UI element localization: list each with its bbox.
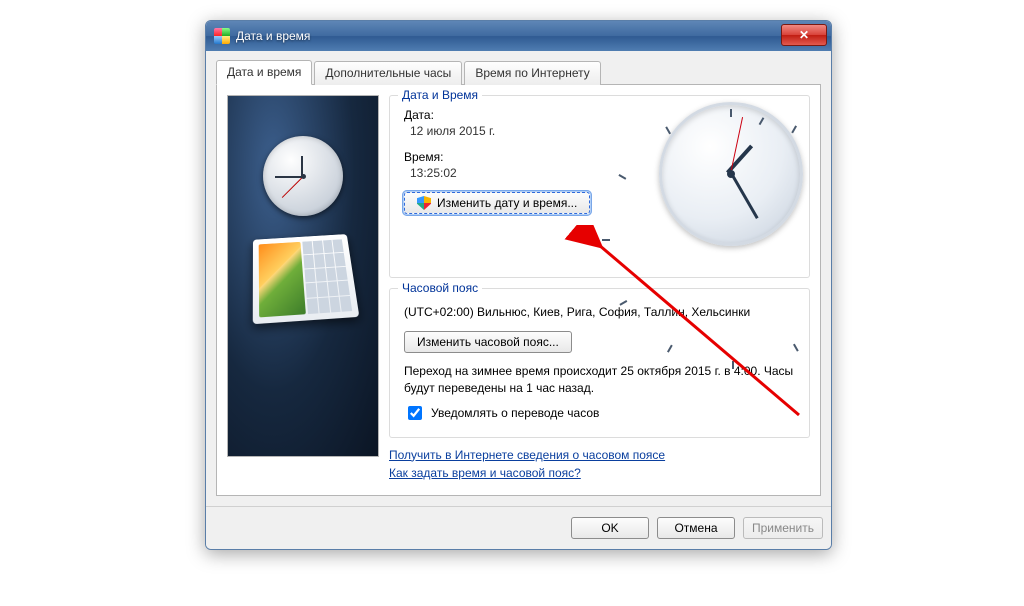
window-title: Дата и время [236,29,310,43]
date-value: 12 июля 2015 г. [404,124,624,138]
change-date-time-button[interactable]: Изменить дату и время... [404,192,590,214]
preview-calendar-icon [253,234,360,324]
notify-dst-label: Уведомлять о переводе часов [431,406,599,420]
change-timezone-label: Изменить часовой пояс... [417,335,559,349]
close-icon: ✕ [799,28,809,42]
link-timezone-info[interactable]: Получить в Интернете сведения о часовом … [389,448,810,462]
time-label: Время: [404,150,624,164]
group-date-time: Дата и Время [389,95,810,278]
timezone-value: (UTC+02:00) Вильнюс, Киев, Рига, София, … [404,305,795,319]
close-button[interactable]: ✕ [781,24,827,46]
dialog-content: Дата и время Дополнительные часы Время п… [206,51,831,506]
change-timezone-button[interactable]: Изменить часовой пояс... [404,331,572,353]
analog-clock [659,102,797,240]
change-date-time-label: Изменить дату и время... [437,196,577,210]
ok-button[interactable]: OK [571,517,649,539]
notify-dst-checkbox[interactable] [408,406,422,420]
tab-bar: Дата и время Дополнительные часы Время п… [216,59,821,85]
help-links: Получить в Интернете сведения о часовом … [389,448,810,480]
tab-internet-time[interactable]: Время по Интернету [464,61,600,85]
tab-additional-clocks[interactable]: Дополнительные часы [314,61,462,85]
dst-note: Переход на зимнее время происходит 25 ок… [404,363,795,397]
group-timezone-title: Часовой пояс [398,281,482,295]
group-date-time-title: Дата и Время [398,88,482,102]
tab-body: Дата и Время [216,85,821,496]
titlebar: Дата и время ✕ [206,21,831,51]
preview-pane [227,95,379,457]
cancel-button[interactable]: Отмена [657,517,735,539]
tab-date-time[interactable]: Дата и время [216,60,312,85]
date-time-dialog: Дата и время ✕ Дата и время Дополнительн… [205,20,832,550]
window-icon [214,28,230,44]
shield-icon [417,196,431,210]
preview-clock-icon [263,136,343,216]
time-value: 13:25:02 [404,166,624,180]
link-how-to-set[interactable]: Как задать время и часовой пояс? [389,466,810,480]
apply-button: Применить [743,517,823,539]
group-timezone: Часовой пояс (UTC+02:00) Вильнюс, Киев, … [389,288,810,438]
date-label: Дата: [404,108,624,122]
dialog-footer: OK Отмена Применить [206,506,831,549]
